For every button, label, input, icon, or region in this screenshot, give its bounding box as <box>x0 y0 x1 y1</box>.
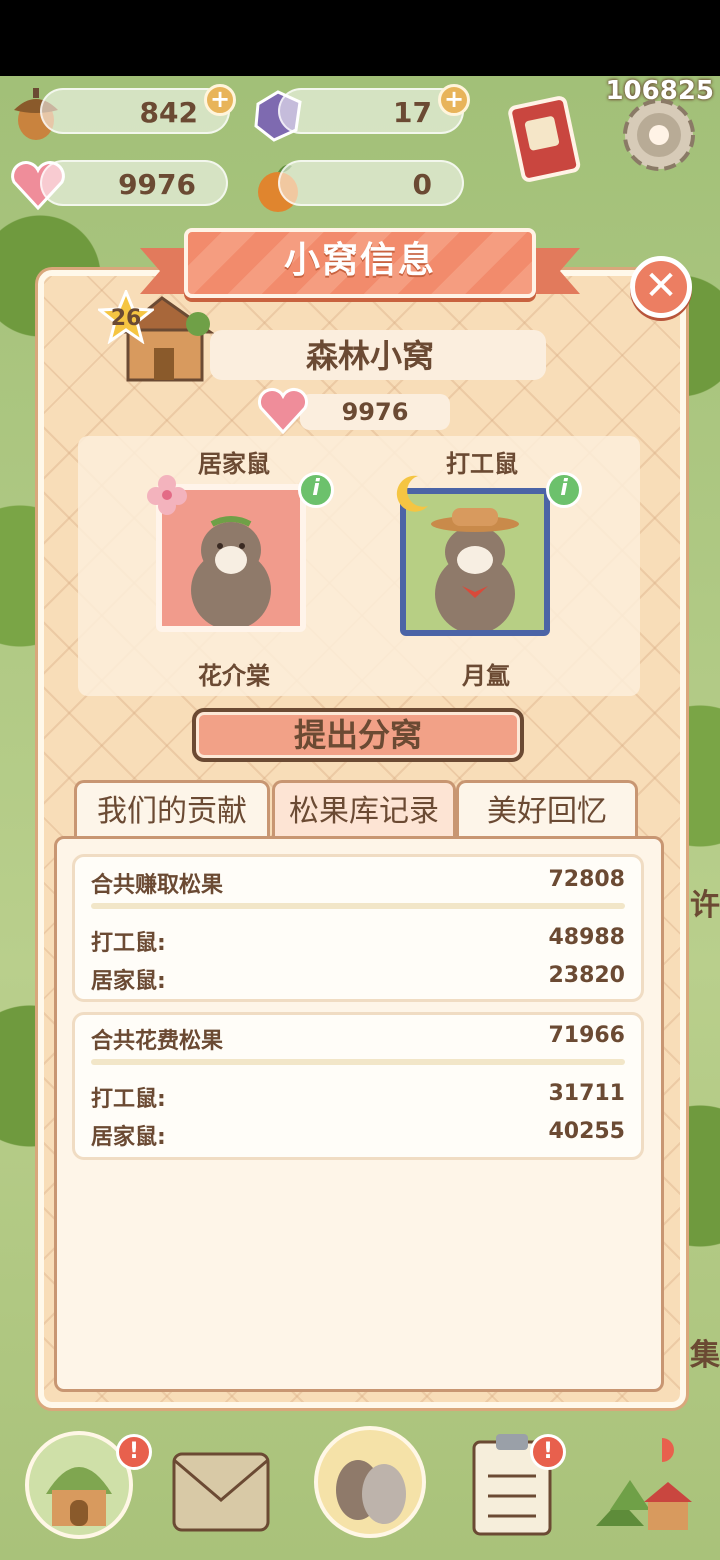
tab-acorn-records[interactable]: 松果库记录 <box>272 780 456 838</box>
spent-title: 合共花费松果 <box>91 1029 224 1054</box>
acorn-counter: 842 + <box>40 84 236 134</box>
dialog-title: 小窝信息 <box>283 240 436 281</box>
divider <box>91 1059 625 1065</box>
flower-icon <box>147 475 187 515</box>
close-button[interactable]: ✕ <box>630 256 692 318</box>
row-label: 居家鼠: <box>91 1125 166 1150</box>
map-nav-button[interactable] <box>590 1430 700 1540</box>
alert-badge: ! <box>530 1434 566 1470</box>
home-heart-value: 9976 <box>341 398 409 426</box>
acorn-count: 842 <box>139 96 198 129</box>
tab-memories[interactable]: 美好回忆 <box>456 780 638 838</box>
propose-separation-label: 提出分窝 <box>293 716 422 754</box>
spent-total: 71966 <box>548 1023 625 1048</box>
row-value: 48988 <box>548 925 625 950</box>
book-icon[interactable] <box>508 88 588 184</box>
home-level: 26 <box>110 306 142 331</box>
add-gem-button[interactable]: + <box>438 84 470 116</box>
moon-icon <box>396 475 428 512</box>
occupant-role-2: 打工鼠 <box>446 450 518 478</box>
settings-gear-icon[interactable] <box>616 92 702 178</box>
orange-counter: 0 <box>278 160 464 206</box>
gem-count: 17 <box>393 96 432 129</box>
status-bar <box>0 0 720 76</box>
row-label: 打工鼠: <box>91 1087 166 1112</box>
gem-counter: 17 + <box>278 84 470 134</box>
row-value: 23820 <box>548 963 625 988</box>
row-value: 40255 <box>548 1119 625 1144</box>
side-sign-text: 许 <box>690 888 720 923</box>
divider <box>91 903 625 909</box>
mail-nav-button[interactable] <box>166 1430 276 1540</box>
heart-counter: 9976 <box>40 160 228 206</box>
row-label: 居家鼠: <box>91 969 166 994</box>
add-acorn-button[interactable]: + <box>204 84 236 116</box>
otter-nav-button[interactable] <box>312 1424 428 1540</box>
spent-record-card: 合共花费松果 71966 打工鼠: 31711 居家鼠: 40255 <box>72 1012 644 1160</box>
info-icon[interactable]: i <box>546 472 582 508</box>
alert-badge: ! <box>116 1434 152 1470</box>
earned-total: 72808 <box>548 867 625 892</box>
orange-count: 0 <box>412 168 432 201</box>
earned-title: 合共赚取松果 <box>91 873 224 898</box>
home-name: 森林小窝 <box>305 337 434 375</box>
tab-contribution[interactable]: 我们的贡献 <box>74 780 270 838</box>
row-value: 31711 <box>548 1081 625 1106</box>
occupant-name-1: 花介棠 <box>198 662 270 690</box>
side-sign-text: 集 <box>690 1338 720 1373</box>
heart-count: 9976 <box>118 168 196 201</box>
occupant-name-2: 月氲 <box>462 662 510 690</box>
heart-gem-icon <box>257 387 309 435</box>
info-icon[interactable]: i <box>298 472 334 508</box>
earned-record-card: 合共赚取松果 72808 打工鼠: 48988 居家鼠: 23820 <box>72 854 644 1002</box>
row-label: 打工鼠: <box>91 931 166 956</box>
